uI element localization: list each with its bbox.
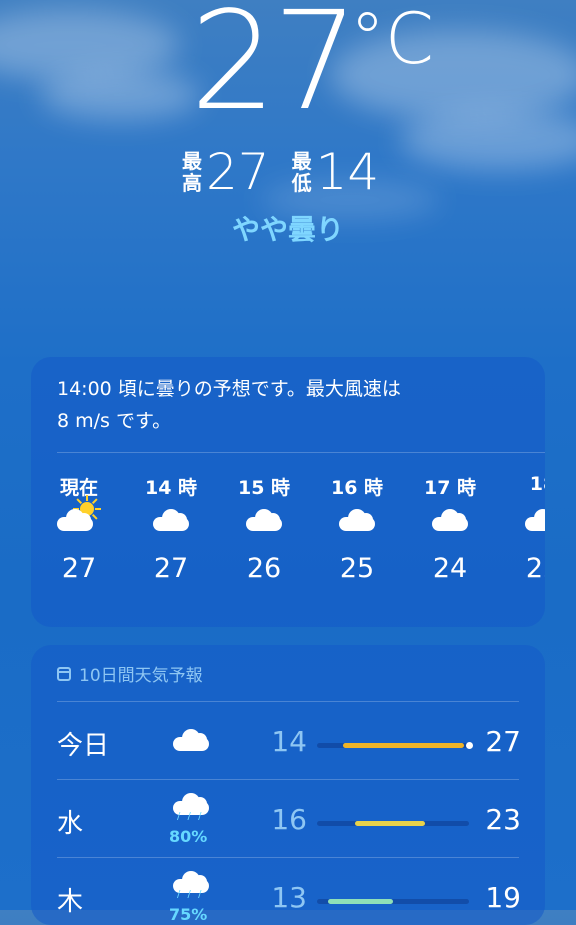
day-row[interactable]: 木 / / /75% 13 19 <box>31 859 545 925</box>
divider <box>57 701 519 702</box>
day-label: 今日 <box>57 731 110 761</box>
hour-temp: 22 <box>525 553 545 584</box>
hour-temp: 27 <box>153 553 189 584</box>
temp-range-fill <box>355 821 425 826</box>
calendar-icon <box>57 666 71 681</box>
hourly-summary: 14:00 頃に曇りの予想です。最大風速は 8 m/s です。 <box>57 378 401 432</box>
hour-time: 18 <box>529 473 545 495</box>
cloud-icon <box>503 497 545 553</box>
low-temp: 13 <box>271 881 307 914</box>
cloud-shape <box>57 509 93 531</box>
cloud-icon <box>410 497 490 553</box>
high-temp: 27 <box>206 143 270 201</box>
high-low: 最高 27 最低 14 <box>182 142 401 202</box>
low-temp: 14 <box>315 143 380 201</box>
low-temp: 16 <box>271 803 307 836</box>
day-label: 水 <box>57 809 84 839</box>
hour-temp: 27 <box>61 553 97 584</box>
hour-item: 14 時 27 <box>131 473 211 584</box>
low-temp: 14 <box>271 725 307 758</box>
cloud-shape <box>173 729 209 751</box>
high-temp: 27 <box>485 725 521 758</box>
day-row[interactable]: 今日 14 27 <box>31 703 545 781</box>
cloud-shape <box>153 509 189 531</box>
hour-temp: 26 <box>246 553 282 584</box>
hour-temp: 25 <box>339 553 375 584</box>
current-temperature: 27 <box>190 0 359 141</box>
current-temp-dot <box>466 742 474 749</box>
partly-sunny-icon <box>39 495 119 553</box>
hour-item: 1822 <box>503 473 545 584</box>
temp-range-bar <box>317 821 469 826</box>
high-label: 最高 <box>182 149 202 195</box>
day-row[interactable]: 水 / / /80% 16 23 <box>31 781 545 859</box>
condition-text: やや曇り <box>231 213 344 246</box>
forecast-header: 10日間天気予報 <box>57 661 203 686</box>
cloud-icon <box>171 721 211 771</box>
hour-temp: 24 <box>432 553 468 584</box>
temp-range-fill <box>342 743 465 748</box>
hour-time: 現在 <box>59 477 98 499</box>
cloud-shape <box>525 509 545 531</box>
ten-day-forecast-card[interactable]: 10日間天気予報 今日 14 27 水 / / /80% 16 23 木 / / /75% 13 1… <box>31 645 545 925</box>
cloud-shape <box>173 871 209 893</box>
temperature-unit: °C <box>350 0 434 80</box>
hour-time: 16 時 <box>330 477 384 499</box>
divider <box>57 779 519 780</box>
hour-item: 現在 27 <box>39 473 119 584</box>
cloud-icon <box>317 497 397 553</box>
cloud-shape <box>173 793 209 815</box>
divider <box>57 452 545 453</box>
divider <box>57 857 519 858</box>
cloud-icon <box>224 497 304 553</box>
hour-time: 14 時 <box>144 477 198 499</box>
hour-item: 16 時 25 <box>317 473 397 584</box>
hour-time: 15 時 <box>237 477 291 499</box>
hourly-forecast-card[interactable]: 14:00 頃に曇りの予想です。最大風速は 8 m/s です。 現在 27 14 時… <box>31 357 545 627</box>
day-label: 木 <box>57 887 84 917</box>
temp-range-fill <box>327 899 393 904</box>
temp-range-bar <box>317 899 469 904</box>
hour-item: 17 時 24 <box>410 473 490 584</box>
hour-time: 17 時 <box>423 477 477 499</box>
hour-item: 15 時 26 <box>224 473 304 584</box>
high-temp: 23 <box>485 803 521 836</box>
cloud-shape <box>246 509 282 531</box>
cloud-shape <box>432 509 468 531</box>
temp-range-bar <box>317 742 474 749</box>
cloud-shape <box>339 509 375 531</box>
precip-chance: 80% <box>169 827 208 846</box>
precip-chance: 75% <box>169 905 208 924</box>
low-label: 最低 <box>291 149 312 195</box>
cloud-icon <box>131 497 211 553</box>
high-temp: 19 <box>485 881 521 914</box>
